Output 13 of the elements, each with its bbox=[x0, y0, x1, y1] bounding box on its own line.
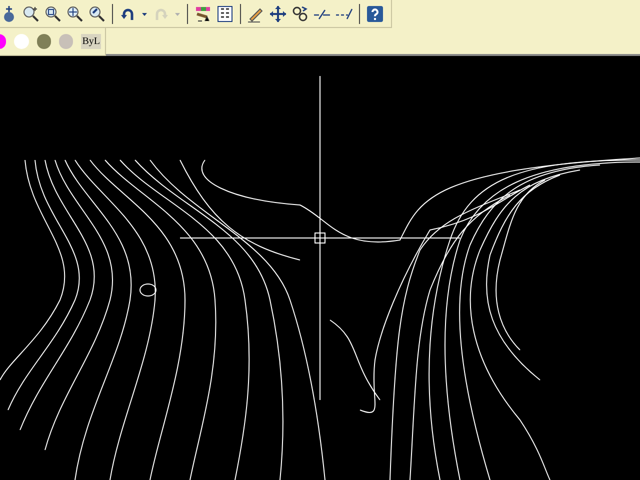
properties-icon[interactable] bbox=[194, 4, 212, 22]
chain-link-icon[interactable] bbox=[291, 4, 309, 22]
color-swatch[interactable] bbox=[14, 34, 29, 49]
linetype-label[interactable]: ByL bbox=[81, 34, 101, 49]
zoom-icon[interactable] bbox=[22, 4, 40, 22]
move-arrows-icon[interactable] bbox=[269, 4, 287, 22]
grid-icon[interactable] bbox=[216, 4, 234, 22]
zoom-previous-icon[interactable] bbox=[88, 4, 106, 22]
zoom-window-icon[interactable] bbox=[44, 4, 62, 22]
color-swatch[interactable] bbox=[36, 34, 51, 49]
zoom-extents-icon[interactable] bbox=[66, 4, 84, 22]
help-icon[interactable] bbox=[366, 4, 384, 22]
color-swatch[interactable] bbox=[58, 34, 74, 49]
